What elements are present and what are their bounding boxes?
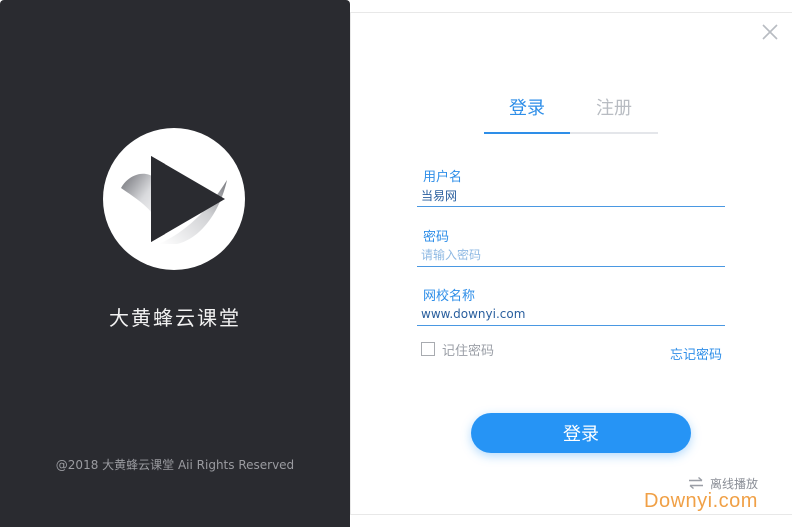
password-underline	[417, 266, 725, 267]
watermark-text: Downyi.com	[644, 490, 758, 512]
close-icon[interactable]	[760, 22, 780, 42]
password-label: 密码	[423, 230, 450, 245]
tab-register[interactable]: 注册	[570, 94, 658, 134]
school-label: 网校名称	[423, 289, 476, 304]
username-underline	[417, 206, 725, 207]
brand-panel: 大黄蜂云课堂 @2018 大黄蜂云课堂 Aii Rights Reserved	[0, 0, 350, 527]
copyright-text: @2018 大黄蜂云课堂 Aii Rights Reserved	[55, 458, 295, 472]
school-underline	[417, 325, 725, 326]
remember-password-label: 记住密码	[442, 343, 495, 359]
school-input[interactable]	[417, 305, 725, 323]
remember-password-checkbox[interactable]: 记住密码	[421, 340, 495, 359]
forgot-password-link[interactable]: 忘记密码	[670, 344, 722, 363]
login-button[interactable]: 登录	[471, 413, 691, 453]
username-label: 用户名	[423, 170, 463, 185]
username-input[interactable]	[417, 186, 725, 204]
password-input[interactable]	[417, 246, 725, 264]
checkbox-box[interactable]	[421, 342, 435, 356]
tab-login[interactable]: 登录	[484, 94, 570, 134]
app-logo-icon	[103, 128, 245, 270]
app-name: 大黄蜂云课堂	[109, 306, 241, 330]
